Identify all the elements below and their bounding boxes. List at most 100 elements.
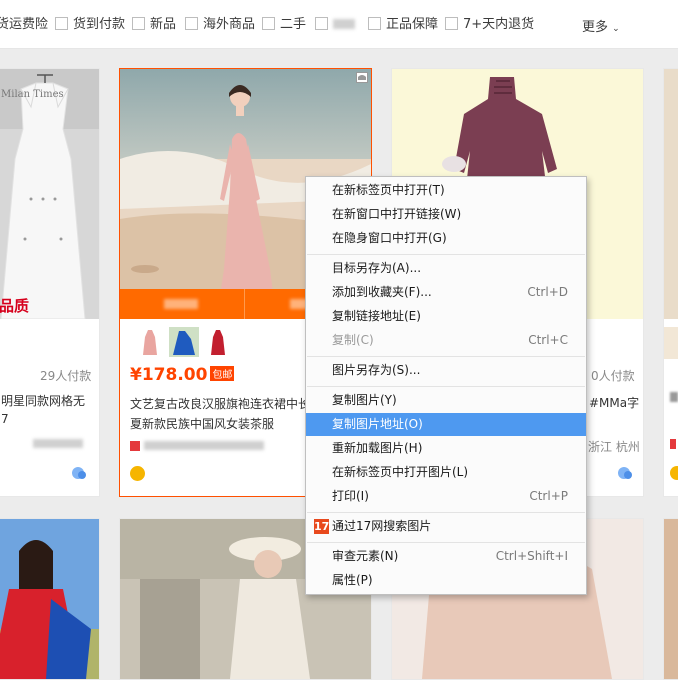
product-image[interactable]: Milan Times 品质 <box>0 69 99 319</box>
menu-shortcut: Ctrl+C <box>528 333 568 347</box>
blurred-shop-name <box>33 439 83 448</box>
filter-genuine-guarantee[interactable]: 正品保障 <box>368 16 438 33</box>
shop-row[interactable] <box>130 439 264 453</box>
menu-label: 在新窗口中打开链接(W) <box>332 207 462 221</box>
menu-open-image-new-tab[interactable]: 在新标签页中打开图片(L) <box>306 461 586 484</box>
checkbox[interactable] <box>315 17 328 30</box>
brand-watermark: Milan Times <box>1 89 64 100</box>
menu-copy-image[interactable]: 复制图片(Y) <box>306 389 586 412</box>
sku-thumb-blue[interactable] <box>169 327 199 357</box>
filter-label: 货运费险 <box>0 17 49 32</box>
more-label: 更多 <box>582 20 609 35</box>
product-image[interactable] <box>664 519 678 679</box>
filter-7day-return[interactable]: 7+天内退货 <box>445 16 534 33</box>
menu-label: 属性(P) <box>332 573 373 587</box>
menu-label: 重新加载图片(H) <box>332 441 423 455</box>
wangwang-chat-icon[interactable] <box>71 466 87 480</box>
filter-label: 7+天内退货 <box>463 17 535 32</box>
menu-search-image-17[interactable]: 17 通过17网搜索图片 <box>306 515 586 538</box>
product-title[interactable]: #MMa字 <box>589 394 639 411</box>
menu-open-new-tab[interactable]: 在新标签页中打开(T) <box>306 179 586 202</box>
shop-icon <box>130 441 140 451</box>
menu-label: 复制图片(Y) <box>332 393 397 407</box>
product-title-line2: 7 <box>1 412 9 426</box>
checkbox[interactable] <box>445 17 458 30</box>
menu-open-new-window[interactable]: 在新窗口中打开链接(W) <box>306 203 586 226</box>
sku-thumb-pink[interactable] <box>135 327 165 357</box>
shop-icon <box>670 439 676 449</box>
filter-overseas[interactable]: 海外商品 <box>185 16 255 33</box>
menu-label: 复制(C) <box>332 333 374 347</box>
chevron-down-icon: ⌄ <box>612 24 620 34</box>
partial-title <box>670 392 678 402</box>
sales-count: 0人付款 <box>591 369 635 383</box>
menu-label: 添加到收藏夹(F)... <box>332 285 432 299</box>
menu-divider <box>307 254 585 255</box>
checkbox[interactable] <box>55 17 68 30</box>
filter-label: 海外商品 <box>203 17 256 32</box>
filter-bar: 货运费险 货到付款 新品 海外商品 二手 正品保障 7+天内退货 更多 ⌄ <box>0 0 678 49</box>
menu-label: 复制图片地址(O) <box>332 417 423 431</box>
menu-label: 审查元素(N) <box>332 549 399 563</box>
checkbox[interactable] <box>368 17 381 30</box>
filter-label: 货到付款 <box>73 17 126 32</box>
menu-inspect-element[interactable]: 审查元素(N) Ctrl+Shift+I <box>306 545 586 568</box>
collect-icon[interactable] <box>356 72 368 83</box>
sales-count: 29人付款 <box>40 369 92 383</box>
filter-new-items[interactable]: 新品 <box>132 16 176 33</box>
blurred-label <box>333 19 355 29</box>
price-value: ¥178.00 <box>130 365 208 385</box>
menu-label: 在新标签页中打开(T) <box>332 183 445 197</box>
menu-save-target-as[interactable]: 目标另存为(A)... <box>306 257 586 280</box>
menu-properties[interactable]: 属性(P) <box>306 569 586 592</box>
product-price: ¥178.00 包邮 <box>130 365 235 385</box>
product-title[interactable]: 文艺复古改良汉服旗袍连衣裙中长夏新款民族中国风女装茶服 <box>130 394 320 434</box>
menu-print[interactable]: 打印(I) Ctrl+P <box>306 485 586 508</box>
blurred-promo-text <box>164 299 198 309</box>
shop-location: 浙江 杭州 <box>588 440 640 454</box>
menu-save-image-as[interactable]: 图片另存为(S)... <box>306 359 586 382</box>
product-image[interactable] <box>0 519 99 679</box>
seventeen-logo-icon: 17 <box>314 519 330 534</box>
crown-icon <box>670 466 678 480</box>
menu-copy-link-address[interactable]: 复制链接地址(E) <box>306 305 586 328</box>
more-filters-button[interactable]: 更多 ⌄ <box>582 16 620 35</box>
product-card-far-right[interactable] <box>663 68 678 497</box>
filter-blurred[interactable] <box>315 16 355 33</box>
sku-thumb-red[interactable] <box>203 327 233 357</box>
filter-label: 二手 <box>280 17 307 32</box>
menu-copy-image-address[interactable]: 复制图片地址(O) <box>306 413 586 436</box>
menu-divider <box>307 512 585 513</box>
product-card-left[interactable]: Milan Times 品质 29人付款 明星同款网格无 7 <box>0 68 100 497</box>
menu-reload-image[interactable]: 重新加载图片(H) <box>306 437 586 460</box>
sku-thumb[interactable] <box>664 327 678 359</box>
checkbox[interactable] <box>132 17 145 30</box>
free-shipping-badge: 包邮 <box>210 366 235 381</box>
product-image[interactable] <box>664 69 678 319</box>
crown-icon <box>130 466 145 481</box>
product-card-row2-left[interactable] <box>0 518 100 680</box>
menu-label: 打印(I) <box>332 489 369 503</box>
product-card-row2-far-right[interactable] <box>663 518 678 680</box>
menu-divider <box>307 386 585 387</box>
menu-open-incognito[interactable]: 在隐身窗口中打开(G) <box>306 227 586 250</box>
filter-label: 正品保障 <box>386 17 439 32</box>
checkbox[interactable] <box>185 17 198 30</box>
filter-label: 新品 <box>150 17 177 32</box>
checkbox[interactable] <box>262 17 275 30</box>
filter-freight-insurance[interactable]: 货运费险 <box>0 16 48 33</box>
context-menu: 在新标签页中打开(T) 在新窗口中打开链接(W) 在隐身窗口中打开(G) 目标另… <box>305 176 587 595</box>
menu-copy: 复制(C) Ctrl+C <box>306 329 586 352</box>
menu-label: 通过17网搜索图片 <box>332 519 432 533</box>
menu-divider <box>307 356 585 357</box>
menu-shortcut: Ctrl+Shift+I <box>495 549 568 563</box>
quality-label: 品质 <box>0 297 30 315</box>
menu-label: 复制链接地址(E) <box>332 309 421 323</box>
menu-label: 在新标签页中打开图片(L) <box>332 465 469 479</box>
menu-add-to-favorites[interactable]: 添加到收藏夹(F)... Ctrl+D <box>306 281 586 304</box>
filter-cash-on-delivery[interactable]: 货到付款 <box>55 16 125 33</box>
menu-shortcut: Ctrl+P <box>529 489 568 503</box>
wangwang-chat-icon[interactable] <box>617 466 633 480</box>
product-title[interactable]: 明星同款网格无 <box>1 392 85 409</box>
filter-second-hand[interactable]: 二手 <box>262 16 306 33</box>
